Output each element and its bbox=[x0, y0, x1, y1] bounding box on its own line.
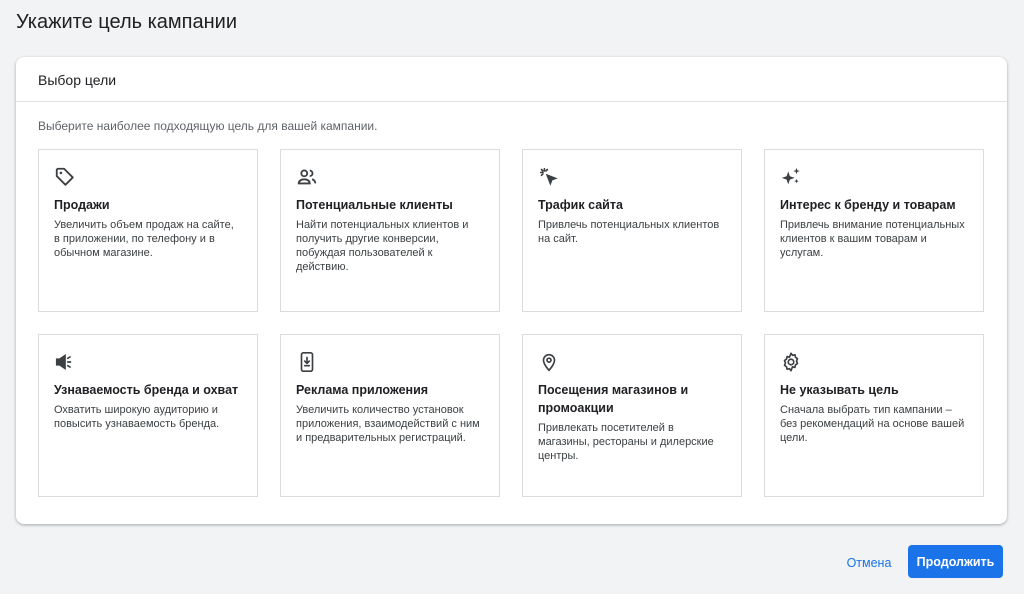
card-subtitle: Выберите наиболее подходящую цель для ва… bbox=[38, 119, 378, 133]
goal-grid: Продажи Увеличить объем продаж на сайте,… bbox=[38, 149, 984, 497]
goal-tile-leads[interactable]: Потенциальные клиенты Найти потенциальны… bbox=[280, 149, 500, 312]
goal-tile-app-promotion[interactable]: Реклама приложения Увеличить количество … bbox=[280, 334, 500, 497]
goal-title: Продажи bbox=[54, 198, 110, 212]
goal-title: Узнаваемость бренда и охват bbox=[54, 383, 239, 397]
goal-description: Найти потенциальных клиентов и получить … bbox=[296, 219, 469, 273]
people-icon bbox=[296, 166, 318, 188]
phone-download-icon bbox=[296, 351, 318, 373]
goal-title: Посещения магазинов и промоакции bbox=[538, 383, 689, 415]
goal-description: Увеличить объем продаж на сайте, в прило… bbox=[54, 219, 234, 259]
goal-description: Привлечь внимание потенциальных клиентов… bbox=[780, 219, 965, 259]
goal-title: Трафик сайта bbox=[538, 198, 623, 212]
megaphone-icon bbox=[54, 351, 76, 373]
goal-title: Потенциальные клиенты bbox=[296, 198, 453, 212]
goal-title: Не указывать цель bbox=[780, 383, 899, 397]
card-header: Выбор цели bbox=[16, 57, 1007, 102]
goal-tile-no-goal[interactable]: Не указывать цель Сначала выбрать тип ка… bbox=[764, 334, 984, 497]
goal-tile-brand-awareness[interactable]: Узнаваемость бренда и охват Охватить шир… bbox=[38, 334, 258, 497]
goal-selection-card: Выбор цели Выберите наиболее подходящую … bbox=[16, 57, 1007, 524]
goal-tile-store-visits[interactable]: Посещения магазинов и промоакции Привлек… bbox=[522, 334, 742, 497]
goal-description: Сначала выбрать тип кампании – без реком… bbox=[780, 404, 965, 444]
page-title: Укажите цель кампании bbox=[16, 11, 238, 33]
goal-tile-website-traffic[interactable]: Трафик сайта Привлечь потенциальных клие… bbox=[522, 149, 742, 312]
location-pin-icon bbox=[538, 351, 560, 373]
goal-title: Реклама приложения bbox=[296, 383, 429, 397]
goal-description: Привлекать посетителей в магазины, ресто… bbox=[538, 422, 714, 462]
continue-button[interactable]: Продолжить bbox=[908, 545, 1003, 578]
cancel-button[interactable]: Отмена bbox=[838, 547, 900, 579]
sparkle-icon bbox=[780, 166, 802, 188]
goal-title: Интерес к бренду и товарам bbox=[780, 198, 956, 212]
goal-description: Привлечь потенциальных клиентов на сайт. bbox=[538, 219, 720, 245]
goal-tile-sales[interactable]: Продажи Увеличить объем продаж на сайте,… bbox=[38, 149, 258, 312]
tag-icon bbox=[54, 166, 76, 188]
goal-tile-brand-consideration[interactable]: Интерес к бренду и товарам Привлечь вним… bbox=[764, 149, 984, 312]
goal-description: Увеличить количество установок приложени… bbox=[296, 404, 480, 444]
goal-description: Охватить широкую аудиторию и повысить уз… bbox=[54, 404, 220, 430]
gear-icon bbox=[780, 351, 802, 373]
cursor-click-icon bbox=[538, 166, 560, 188]
